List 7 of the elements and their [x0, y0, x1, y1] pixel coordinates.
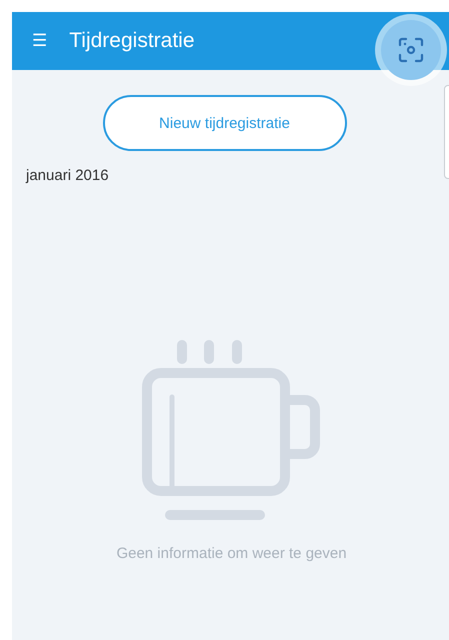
coffee-mug-icon: [142, 339, 322, 523]
empty-message: Geen informatie om weer te geven: [116, 545, 347, 562]
menu-icon[interactable]: ☰: [32, 31, 48, 51]
scan-icon: [398, 37, 424, 63]
app-title: Tijdregistratie: [69, 29, 195, 53]
month-label: januari 2016: [26, 167, 110, 184]
new-entry-button[interactable]: Nieuw tijdregistratie: [102, 95, 346, 151]
